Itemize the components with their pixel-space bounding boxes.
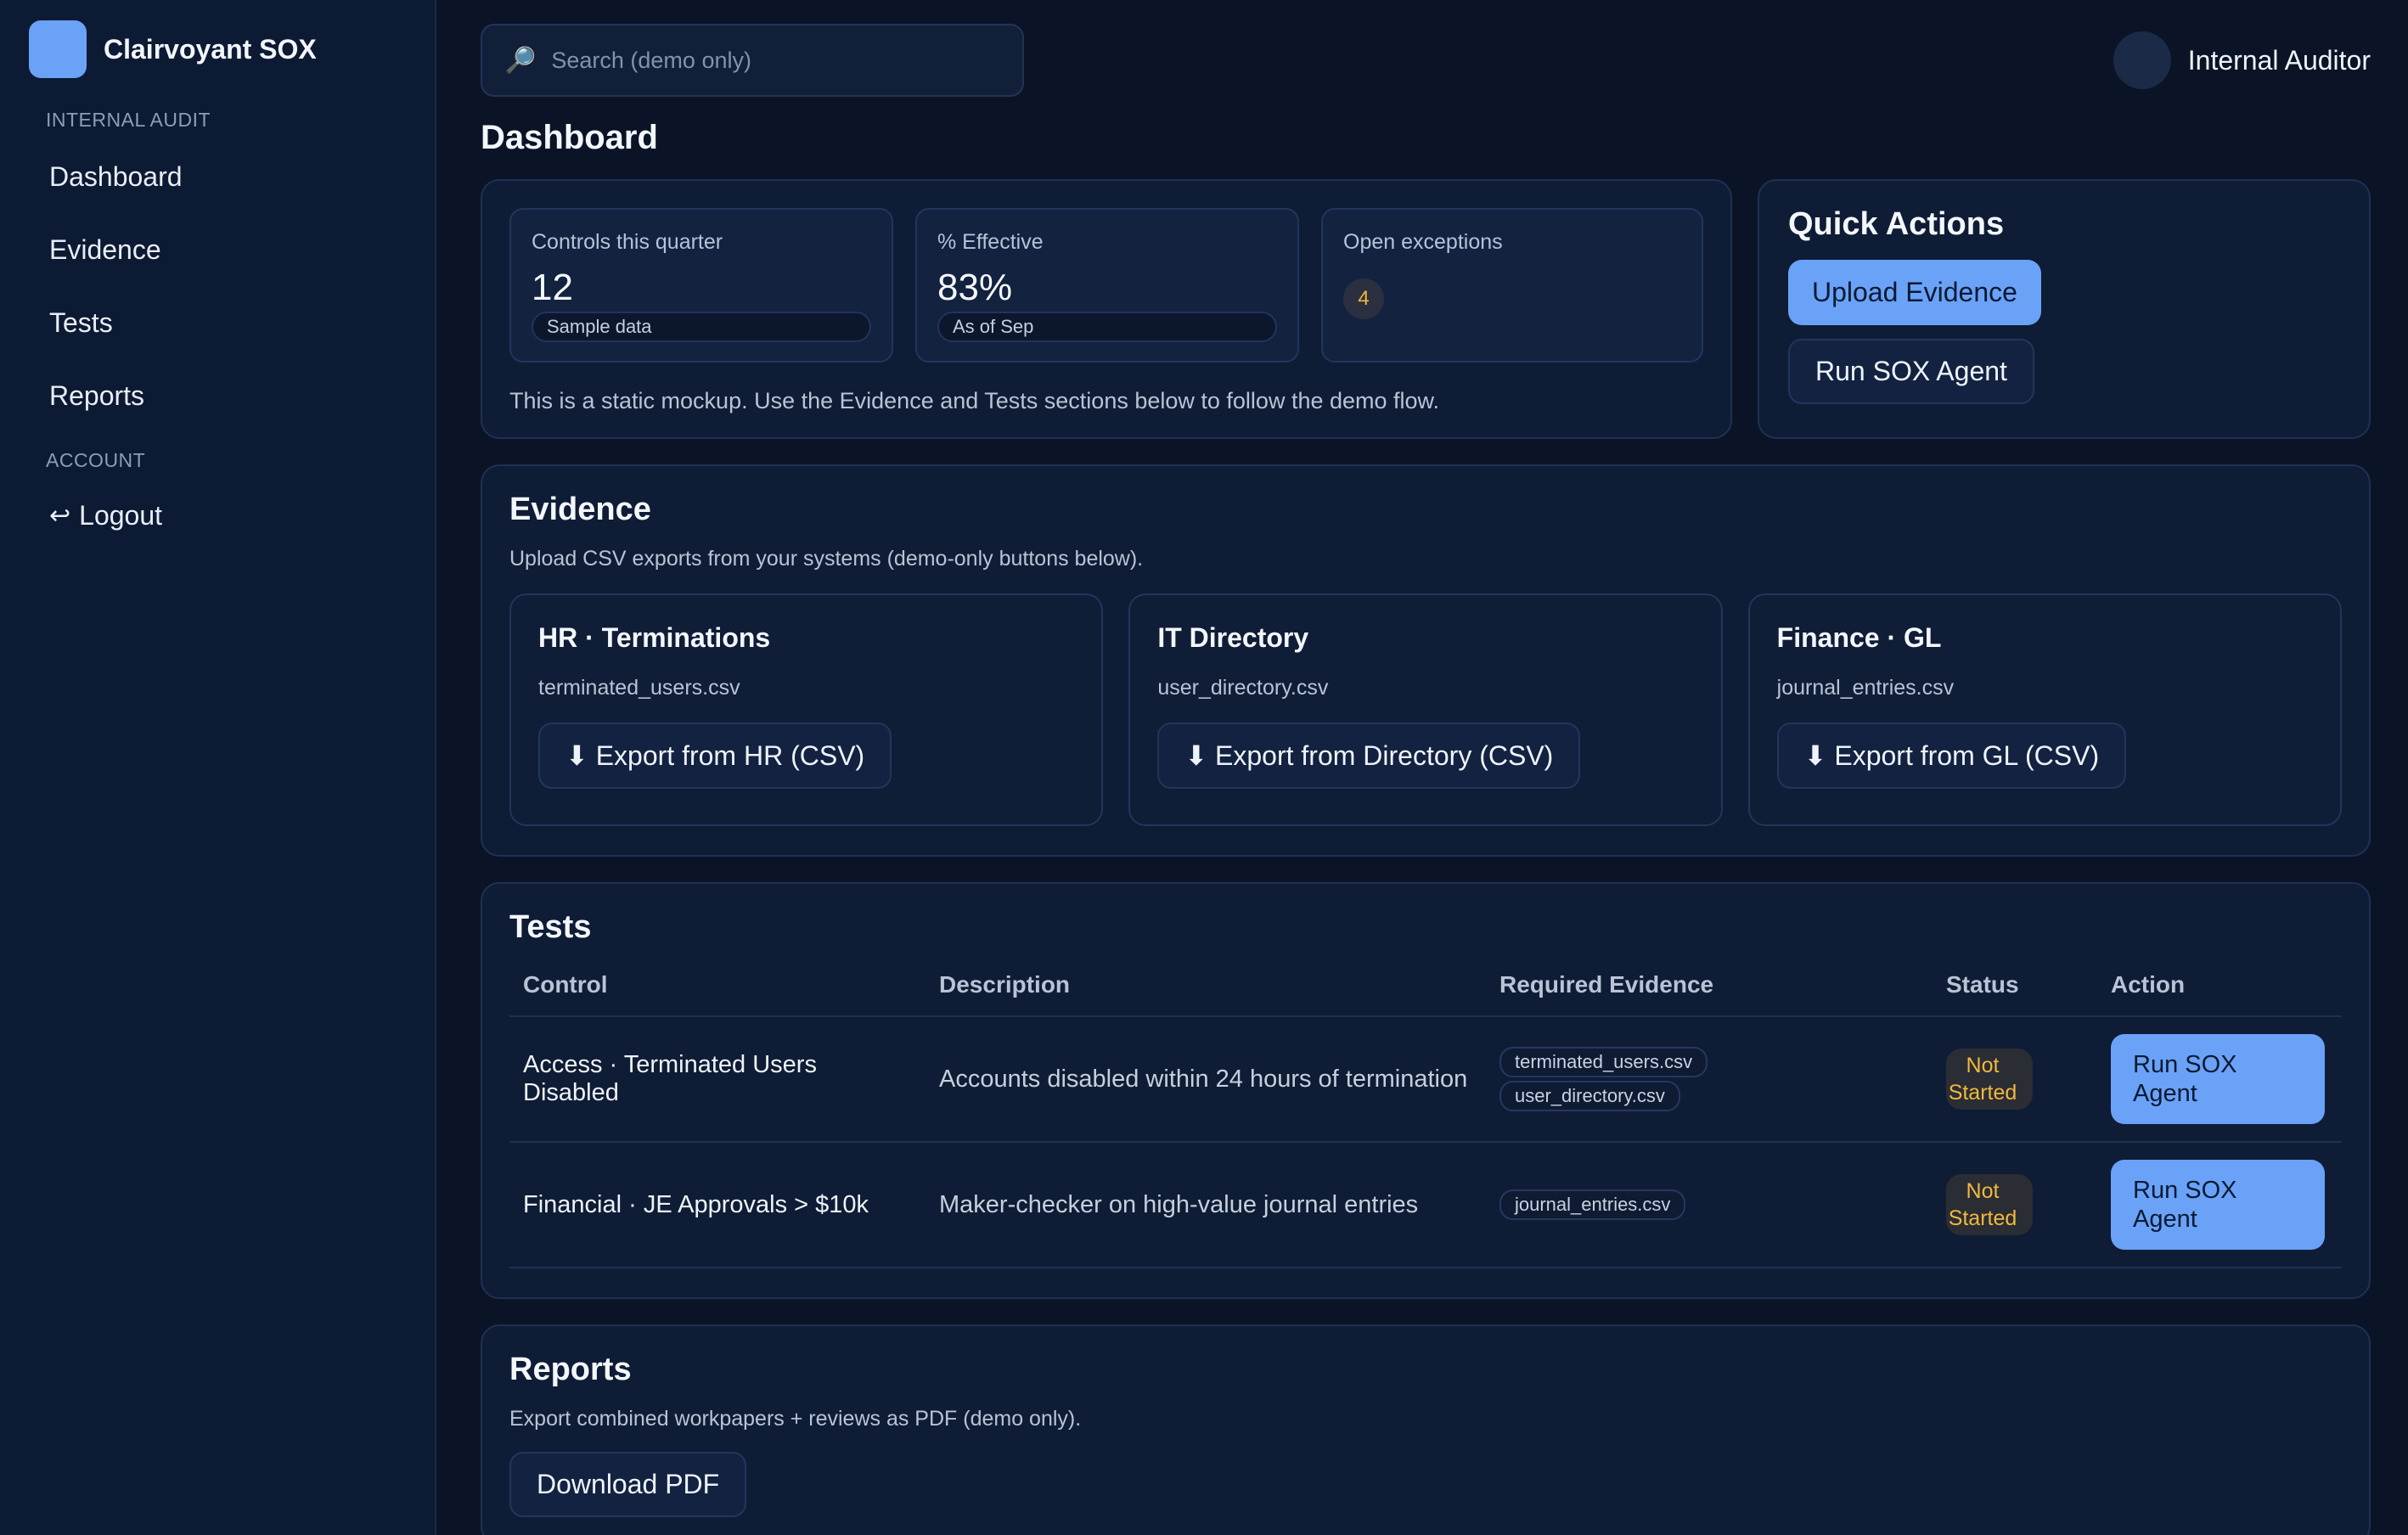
tests-table: Control Description Required Evidence St…	[509, 971, 2342, 1268]
sidebar-item-dashboard[interactable]: Dashboard	[27, 140, 408, 213]
control-cell: Access · Terminated Users Disabled	[509, 1016, 926, 1143]
topbar: 🔎 Internal Auditor	[481, 24, 2371, 97]
evidence-cell: terminated_users.csv user_directory.csv	[1486, 1016, 1933, 1143]
description-cell: Accounts disabled within 24 hours of ter…	[926, 1016, 1486, 1143]
sidebar-item-label: Dashboard	[49, 160, 183, 192]
overview-card: Controls this quarter 12 Sample data % E…	[481, 179, 1732, 439]
stat-sub-badge: As of Sep	[937, 312, 1277, 342]
reports-section: Reports Export combined workpapers + rev…	[481, 1324, 2371, 1535]
evidence-pill: user_directory.csv	[1499, 1081, 1680, 1111]
table-header-row: Control Description Required Evidence St…	[509, 971, 2342, 1017]
evidence-card-file: terminated_users.csv	[538, 676, 740, 700]
stat-label: % Effective	[937, 230, 1044, 254]
stat-label: Open exceptions	[1343, 230, 1503, 254]
status-text-line: Started	[1948, 1081, 2017, 1105]
evidence-card-hr: HR · Terminations terminated_users.csv ⬇…	[509, 593, 1104, 826]
column-header-action: Action	[2097, 971, 2342, 1017]
control-cell: Financial · JE Approvals > $10k	[509, 1142, 926, 1268]
status-cell: Not Started	[1933, 1142, 2097, 1268]
search-box: 🔎	[481, 24, 1024, 97]
status-text-line: Started	[1948, 1206, 2017, 1230]
sidebar-item-evidence[interactable]: Evidence	[27, 213, 408, 286]
brand-name: Clairvoyant SOX	[104, 33, 317, 65]
sidebar-item-reports[interactable]: Reports	[27, 359, 408, 432]
export-gl-button[interactable]: ⬇ Export from GL (CSV)	[1776, 723, 2127, 789]
description-cell: Maker-checker on high-value journal entr…	[926, 1142, 1486, 1268]
export-hr-button[interactable]: ⬇ Export from HR (CSV)	[538, 723, 892, 789]
evidence-section: Evidence Upload CSV exports from your sy…	[481, 464, 2371, 857]
logout-icon: ↩	[49, 501, 71, 530]
column-header-required-evidence: Required Evidence	[1486, 971, 1933, 1017]
search-icon: 🔎	[504, 46, 537, 75]
table-row: Financial · JE Approvals > $10k Maker-ch…	[509, 1142, 2342, 1268]
stat-value: 83%	[937, 267, 1013, 308]
evidence-card-finance-gl: Finance · GL journal_entries.csv ⬇ Expor…	[1747, 593, 2342, 826]
evidence-card-title: HR · Terminations	[538, 622, 771, 653]
table-row: Access · Terminated Users Disabled Accou…	[509, 1016, 2342, 1143]
evidence-pill: journal_entries.csv	[1499, 1189, 1686, 1220]
evidence-card-file: user_directory.csv	[1157, 676, 1329, 700]
evidence-card-title: Finance · GL	[1776, 622, 1942, 653]
sidebar-item-logout[interactable]: ↩ Logout	[27, 479, 408, 552]
run-sox-agent-row-button[interactable]: Run SOX Agent	[2111, 1034, 2325, 1124]
status-text-line: Not	[1966, 1179, 2000, 1203]
sidebar-item-label: Reports	[49, 380, 145, 411]
app-root: Clairvoyant SOX INTERNAL AUDIT Dashboard…	[0, 0, 2408, 1535]
sidebar-section-account: ACCOUNT	[46, 449, 146, 471]
stat-label: Controls this quarter	[532, 230, 723, 254]
tests-section: Tests Control Description Required Evide…	[481, 882, 2371, 1299]
sidebar-nav: Dashboard Evidence Tests Reports	[27, 140, 408, 432]
status-text-line: Not	[1966, 1054, 2000, 1077]
evidence-card-it-directory: IT Directory user_directory.csv ⬇ Export…	[1128, 593, 1723, 826]
export-directory-button[interactable]: ⬇ Export from Directory (CSV)	[1157, 723, 1581, 789]
stats-row: Controls this quarter 12 Sample data % E…	[509, 208, 1703, 363]
column-header-control: Control	[509, 971, 926, 1017]
brand[interactable]: Clairvoyant SOX	[29, 19, 408, 80]
quick-actions-card: Quick Actions Upload Evidence Run SOX Ag…	[1758, 179, 2371, 439]
sidebar-item-label: Evidence	[49, 233, 161, 265]
evidence-pill: terminated_users.csv	[1499, 1047, 1708, 1077]
user-menu[interactable]: Internal Auditor	[2113, 31, 2371, 89]
reports-description: Export combined workpapers + reviews as …	[509, 1407, 1082, 1431]
upload-evidence-button[interactable]: Upload Evidence	[1788, 260, 2041, 325]
main-content: 🔎 Internal Auditor Dashboard Controls th…	[436, 0, 2408, 1535]
sidebar: Clairvoyant SOX INTERNAL AUDIT Dashboard…	[0, 0, 436, 1535]
column-header-description: Description	[926, 971, 1486, 1017]
evidence-cell: journal_entries.csv	[1486, 1142, 1933, 1268]
stat-controls-this-quarter: Controls this quarter 12 Sample data	[509, 208, 893, 363]
evidence-description: Upload CSV exports from your systems (de…	[509, 547, 1144, 571]
exceptions-count-badge: 4	[1343, 278, 1384, 319]
sidebar-item-label: Tests	[49, 306, 113, 338]
user-name: Internal Auditor	[2187, 44, 2371, 76]
evidence-title: Evidence	[509, 492, 651, 527]
stat-percent-effective: % Effective 83% As of Sep	[915, 208, 1299, 363]
stat-sub-badge: Sample data	[532, 312, 871, 342]
avatar	[2113, 31, 2171, 89]
action-cell: Run SOX Agent	[2097, 1016, 2342, 1143]
run-sox-agent-row-button[interactable]: Run SOX Agent	[2111, 1160, 2325, 1250]
sidebar-item-tests[interactable]: Tests	[27, 286, 408, 359]
dashboard-top-row: Controls this quarter 12 Sample data % E…	[481, 179, 2371, 439]
sidebar-section-internal-audit: INTERNAL AUDIT	[46, 109, 211, 131]
column-header-status: Status	[1933, 971, 2097, 1017]
search-input[interactable]	[551, 47, 993, 74]
page-title: Dashboard	[481, 119, 658, 156]
evidence-card-file: journal_entries.csv	[1776, 676, 1955, 700]
action-cell: Run SOX Agent	[2097, 1142, 2342, 1268]
download-pdf-button[interactable]: Download PDF	[509, 1452, 747, 1517]
evidence-card-title: IT Directory	[1157, 622, 1309, 653]
tests-title: Tests	[509, 909, 592, 945]
brand-logo	[29, 20, 87, 78]
quick-actions-title: Quick Actions	[1788, 206, 2005, 242]
evidence-grid: HR · Terminations terminated_users.csv ⬇…	[509, 593, 2342, 826]
status-badge: Not Started	[1946, 1049, 2033, 1110]
stat-value: 12	[532, 267, 573, 308]
status-cell: Not Started	[1933, 1016, 2097, 1143]
status-badge: Not Started	[1946, 1174, 2033, 1235]
overview-note: This is a static mockup. Use the Evidenc…	[509, 388, 1440, 413]
sidebar-item-label: Logout	[79, 499, 163, 531]
reports-title: Reports	[509, 1352, 632, 1387]
run-sox-agent-button[interactable]: Run SOX Agent	[1788, 339, 2034, 404]
stat-open-exceptions: Open exceptions 4	[1321, 208, 1703, 363]
